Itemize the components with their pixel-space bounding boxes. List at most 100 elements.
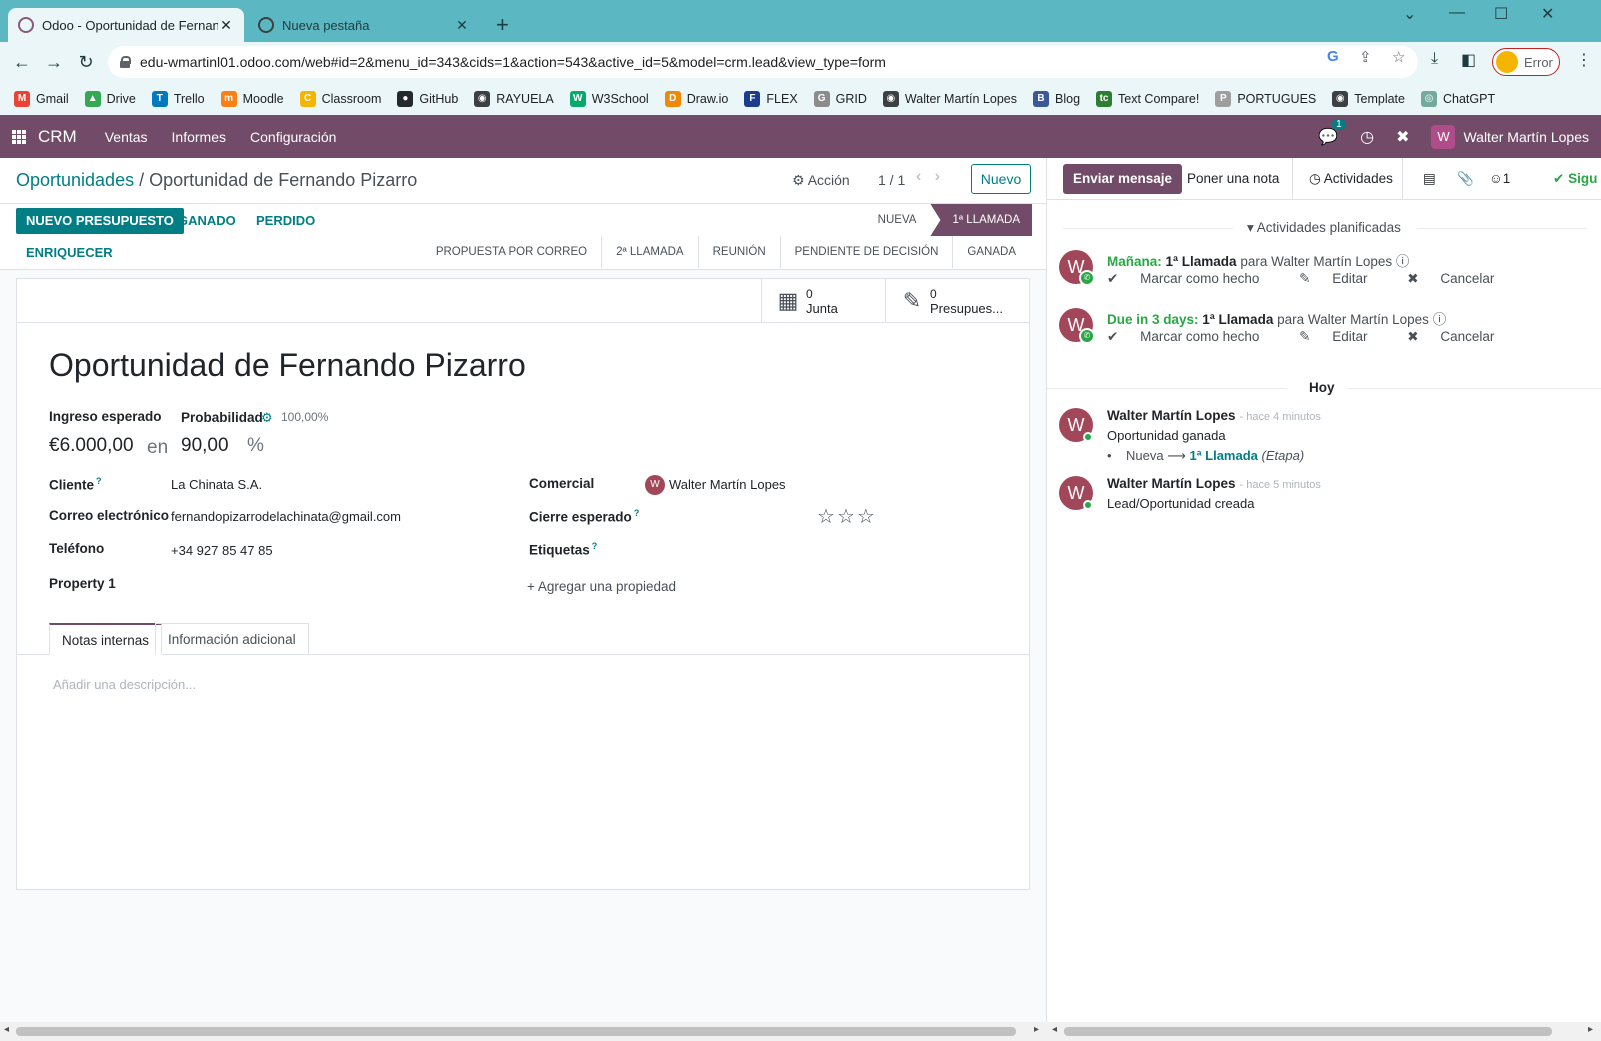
- book-icon[interactable]: ▤: [1423, 164, 1436, 194]
- author-name[interactable]: Walter Martín Lopes: [1107, 476, 1236, 491]
- stage-pendiente-de-decision[interactable]: PENDIENTE DE DECISIÓN: [781, 236, 954, 268]
- star-icon[interactable]: ☆: [857, 506, 877, 528]
- breadcrumb-oportunidades[interactable]: Oportunidades: [16, 170, 134, 190]
- edit-activity-button[interactable]: ✎ Editar: [1299, 271, 1385, 286]
- side-panel-icon[interactable]: ◧: [1461, 50, 1476, 70]
- bookmark-item[interactable]: m Moodle: [220, 90, 284, 107]
- close-tab-icon[interactable]: ✕: [454, 17, 470, 34]
- phone-field[interactable]: +34 927 85 47 85: [171, 543, 273, 558]
- bookmark-star-icon[interactable]: ☆: [1392, 48, 1405, 66]
- info-icon[interactable]: ⓘ: [1396, 254, 1410, 269]
- probability-gear-icon[interactable]: ⚙: [261, 410, 273, 426]
- help-icon[interactable]: ?: [592, 541, 598, 551]
- star-icon[interactable]: ☆: [817, 506, 837, 528]
- probability-input[interactable]: 90,00: [181, 435, 229, 457]
- quotations-smart-button[interactable]: ✎ 0 Presupues...: [885, 279, 1029, 323]
- app-name[interactable]: CRM: [38, 127, 77, 147]
- scroll-left-icon[interactable]: ◂: [4, 1024, 9, 1035]
- activity-clock-icon[interactable]: ◷: [1360, 127, 1374, 147]
- close-window-icon[interactable]: ✕: [1541, 4, 1554, 24]
- back-icon[interactable]: ←: [10, 50, 34, 74]
- bookmark-item[interactable]: M Gmail: [14, 90, 69, 107]
- more-menu-icon[interactable]: ⋮: [1576, 50, 1592, 70]
- new-tab-icon[interactable]: +: [496, 12, 509, 38]
- maximize-icon[interactable]: ☐: [1494, 4, 1508, 24]
- bookmark-item[interactable]: G GRID: [813, 90, 867, 107]
- expected-revenue-input[interactable]: €6.000,00: [49, 435, 134, 457]
- browser-tab-new[interactable]: Nueva pestaña ✕: [248, 8, 480, 42]
- browser-tab-odoo[interactable]: Odoo - Oportunidad de Fernando Pizarro ✕: [8, 8, 244, 42]
- user-avatar[interactable]: W: [1431, 124, 1456, 149]
- activities-button[interactable]: ◷ Actividades: [1309, 164, 1393, 194]
- new-record-button[interactable]: Nuevo: [971, 164, 1031, 194]
- enrich-button[interactable]: ENRIQUECER: [16, 240, 123, 266]
- meetings-smart-button[interactable]: ▦ 0 Junta: [761, 279, 887, 323]
- form-scroll-thumb[interactable]: [16, 1027, 1016, 1036]
- menu-informes[interactable]: Informes: [172, 129, 226, 145]
- description-editor[interactable]: Añadir una descripción...: [53, 677, 196, 692]
- profile-error-button[interactable]: Error: [1492, 48, 1560, 76]
- apps-menu-icon[interactable]: [12, 129, 26, 144]
- cancel-activity-button[interactable]: ✖ Cancelar: [1407, 271, 1512, 286]
- share-icon[interactable]: ⇪: [1359, 48, 1372, 66]
- tab-notas-internas[interactable]: Notas internas: [49, 623, 163, 655]
- followers-button[interactable]: ☺1: [1489, 164, 1510, 194]
- edit-activity-button[interactable]: ✎ Editar: [1299, 329, 1385, 344]
- download-icon[interactable]: ⤓: [1431, 50, 1438, 68]
- bookmark-item[interactable]: tc Text Compare!: [1096, 90, 1199, 107]
- user-menu[interactable]: Walter Martín Lopes: [1463, 129, 1589, 145]
- mark-done-button[interactable]: ✔ Marcar como hecho: [1107, 329, 1277, 344]
- star-icon[interactable]: ☆: [837, 506, 857, 528]
- bookmark-item[interactable]: ▲ Drive: [84, 90, 136, 107]
- url-text[interactable]: edu-wmartinl01.odoo.com/web#id=2&menu_id…: [140, 54, 886, 70]
- action-menu-button[interactable]: ⚙ Acción: [792, 172, 850, 189]
- minimize-icon[interactable]: —: [1449, 4, 1465, 22]
- bookmark-item[interactable]: B Blog: [1033, 90, 1080, 107]
- lock-icon[interactable]: [120, 56, 131, 68]
- address-bar[interactable]: edu-wmartinl01.odoo.com/web#id=2&menu_id…: [108, 46, 1418, 78]
- reload-icon[interactable]: ↻: [74, 50, 98, 74]
- bookmark-item[interactable]: ◉ RAYUELA: [474, 90, 554, 107]
- bookmark-item[interactable]: ◎ ChatGPT: [1421, 90, 1495, 107]
- bookmark-item[interactable]: P PORTUGUES: [1215, 90, 1316, 107]
- bookmark-item[interactable]: ◉ Template: [1332, 90, 1405, 107]
- customer-field[interactable]: La Chinata S.A.: [171, 477, 262, 492]
- scroll-right-icon[interactable]: ▸: [1588, 1024, 1593, 1035]
- debug-tools-icon[interactable]: ✖: [1396, 127, 1409, 147]
- bookmark-item[interactable]: D Draw.io: [664, 90, 728, 107]
- paperclip-icon[interactable]: 📎: [1457, 164, 1474, 194]
- close-tab-icon[interactable]: ✕: [218, 17, 234, 34]
- pager-next-icon[interactable]: ›: [935, 168, 940, 185]
- forward-icon[interactable]: →: [42, 50, 66, 74]
- opportunity-title[interactable]: Oportunidad de Fernando Pizarro: [49, 347, 526, 384]
- author-name[interactable]: Walter Martín Lopes: [1107, 408, 1236, 423]
- stage-ganada[interactable]: GANADA: [953, 236, 1030, 268]
- stage-propuesta-por-correo[interactable]: PROPUESTA POR CORREO: [422, 236, 603, 268]
- bookmark-item[interactable]: ◉ Walter Martín Lopes: [882, 90, 1017, 107]
- probability-auto[interactable]: 100,00%: [281, 410, 328, 424]
- new-quotation-button[interactable]: NUEVO PRESUPUESTO: [16, 208, 184, 234]
- add-property-button[interactable]: + Agregar una propiedad: [527, 579, 676, 594]
- follow-button[interactable]: ✔ Sigu: [1553, 164, 1597, 194]
- bookmark-item[interactable]: ● GitHub: [397, 90, 458, 107]
- help-icon[interactable]: ?: [96, 476, 102, 486]
- send-message-button[interactable]: Enviar mensaje: [1063, 164, 1183, 194]
- mark-won-button[interactable]: GANADO: [168, 208, 246, 234]
- stage-segunda-llamada[interactable]: 2ª LLAMADA: [602, 236, 699, 268]
- salesperson-field[interactable]: Walter Martín Lopes: [669, 477, 786, 492]
- planned-activities-toggle[interactable]: ▾ Actividades planificadas: [1247, 220, 1401, 236]
- pager-prev-icon[interactable]: ‹: [916, 168, 921, 185]
- tab-search-icon[interactable]: ⌄: [1403, 4, 1416, 24]
- scroll-left-icon[interactable]: ◂: [1052, 1024, 1057, 1035]
- stage-nueva[interactable]: NUEVA: [864, 204, 931, 236]
- horizontal-scrollbar[interactable]: ◂ ▸ ◂ ▸: [0, 1022, 1601, 1041]
- log-note-button[interactable]: Poner una nota: [1187, 164, 1279, 194]
- mark-done-button[interactable]: ✔ Marcar como hecho: [1107, 271, 1277, 286]
- bookmark-item[interactable]: C Classroom: [299, 90, 381, 107]
- help-icon[interactable]: ?: [634, 508, 640, 518]
- tab-informacion-adicional[interactable]: Información adicional: [155, 623, 309, 655]
- menu-configuracion[interactable]: Configuración: [250, 129, 336, 145]
- google-icon[interactable]: G: [1327, 48, 1339, 65]
- chatter-scroll-thumb[interactable]: [1064, 1027, 1552, 1036]
- info-icon[interactable]: ⓘ: [1433, 312, 1447, 327]
